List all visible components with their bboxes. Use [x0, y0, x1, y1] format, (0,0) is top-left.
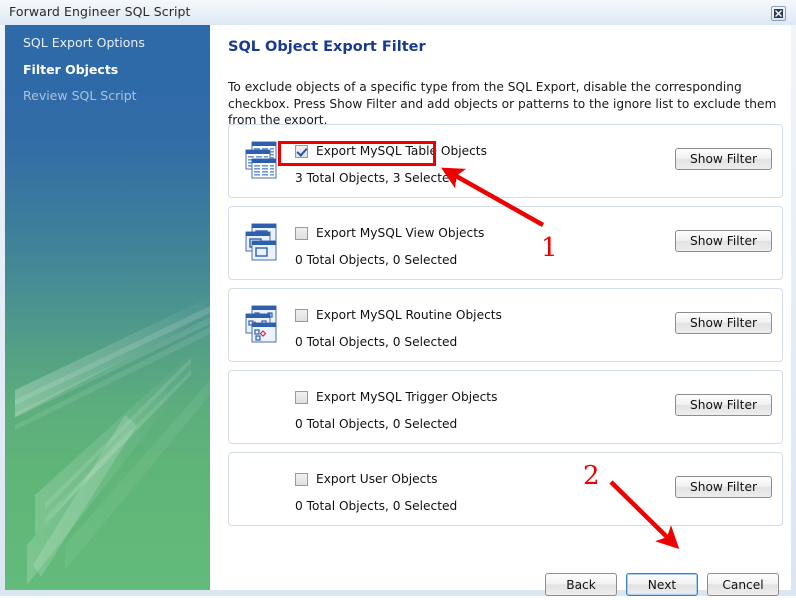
show-filter-button-view[interactable]: Show Filter	[675, 230, 772, 252]
sidebar-item-sql-export-options[interactable]: SQL Export Options	[23, 35, 145, 50]
checkbox-export-routine-objects[interactable]: Export MySQL Routine Objects	[295, 308, 502, 322]
wizard-sidebar: SQL Export Options Filter Objects Review…	[5, 25, 210, 590]
checkbox-export-table-objects[interactable]: Export MySQL Table Objects	[295, 144, 487, 158]
checkbox-box[interactable]	[295, 472, 308, 486]
stats-view-objects: 0 Total Objects, 0 Selected	[295, 253, 458, 267]
checkbox-label: Export MySQL View Objects	[316, 226, 485, 240]
stats-user-objects: 0 Total Objects, 0 Selected	[295, 499, 458, 513]
sidebar-item-filter-objects[interactable]: Filter Objects	[23, 62, 118, 77]
routine-objects-icon	[241, 305, 279, 345]
checkbox-export-user-objects[interactable]: Export User Objects	[295, 472, 437, 486]
panel-user-objects: Export User Objects 0 Total Objects, 0 S…	[228, 452, 783, 526]
page-title: SQL Object Export Filter	[228, 39, 426, 55]
checkbox-box[interactable]	[295, 226, 308, 240]
show-filter-button-table[interactable]: Show Filter	[675, 148, 772, 170]
view-objects-glyph	[245, 223, 277, 261]
cancel-button[interactable]: Cancel	[707, 573, 779, 596]
routine-objects-glyph	[245, 305, 277, 343]
sidebar-item-label: SQL Export Options	[23, 35, 145, 50]
forward-engineer-dialog: Forward Engineer SQL Script SQL Export O…	[0, 0, 796, 596]
content-pane: SQL Object Export Filter To exclude obje…	[210, 25, 791, 596]
checkbox-label: Export MySQL Trigger Objects	[316, 390, 498, 404]
stats-routine-objects: 0 Total Objects, 0 Selected	[295, 335, 458, 349]
show-filter-button-user[interactable]: Show Filter	[675, 476, 772, 498]
sidebar-decoration	[15, 297, 210, 585]
checkbox-export-view-objects[interactable]: Export MySQL View Objects	[295, 226, 484, 240]
panel-table-objects: Export MySQL Table Objects 3 Total Objec…	[228, 124, 783, 198]
checkbox-export-trigger-objects[interactable]: Export MySQL Trigger Objects	[295, 390, 497, 404]
checkbox-label: Export MySQL Routine Objects	[316, 308, 502, 322]
show-filter-button-routine[interactable]: Show Filter	[675, 312, 772, 334]
close-glyph	[774, 9, 783, 18]
checkbox-box[interactable]	[295, 390, 308, 404]
page-description: To exclude objects of a specific type fr…	[228, 80, 777, 127]
back-button[interactable]: Back	[545, 573, 617, 596]
panel-routine-objects: Export MySQL Routine Objects 0 Total Obj…	[228, 288, 783, 362]
checkbox-label: Export MySQL Table Objects	[316, 144, 487, 158]
show-filter-button-trigger[interactable]: Show Filter	[675, 394, 772, 416]
checkbox-box[interactable]	[295, 308, 308, 322]
sidebar-item-label: Filter Objects	[23, 62, 119, 77]
window-title: Forward Engineer SQL Script	[9, 4, 191, 19]
checkbox-box[interactable]	[295, 144, 308, 158]
panel-trigger-objects: Export MySQL Trigger Objects 0 Total Obj…	[228, 370, 783, 444]
dialog-footer: Back Next Cancel	[210, 566, 791, 596]
checkbox-label: Export User Objects	[316, 472, 438, 486]
stats-trigger-objects: 0 Total Objects, 0 Selected	[295, 417, 458, 431]
table-objects-icon	[241, 141, 279, 181]
panel-view-objects: Export MySQL View Objects 0 Total Object…	[228, 206, 783, 280]
next-button[interactable]: Next	[626, 573, 698, 596]
sidebar-item-label: Review SQL Script	[23, 88, 137, 103]
view-objects-icon	[241, 223, 279, 263]
stats-table-objects: 3 Total Objects, 3 Selected	[295, 171, 458, 185]
close-icon[interactable]	[771, 6, 786, 21]
table-objects-glyph	[245, 141, 277, 179]
sidebar-item-review-sql-script[interactable]: Review SQL Script	[23, 88, 137, 103]
title-bar: Forward Engineer SQL Script	[0, 0, 796, 25]
